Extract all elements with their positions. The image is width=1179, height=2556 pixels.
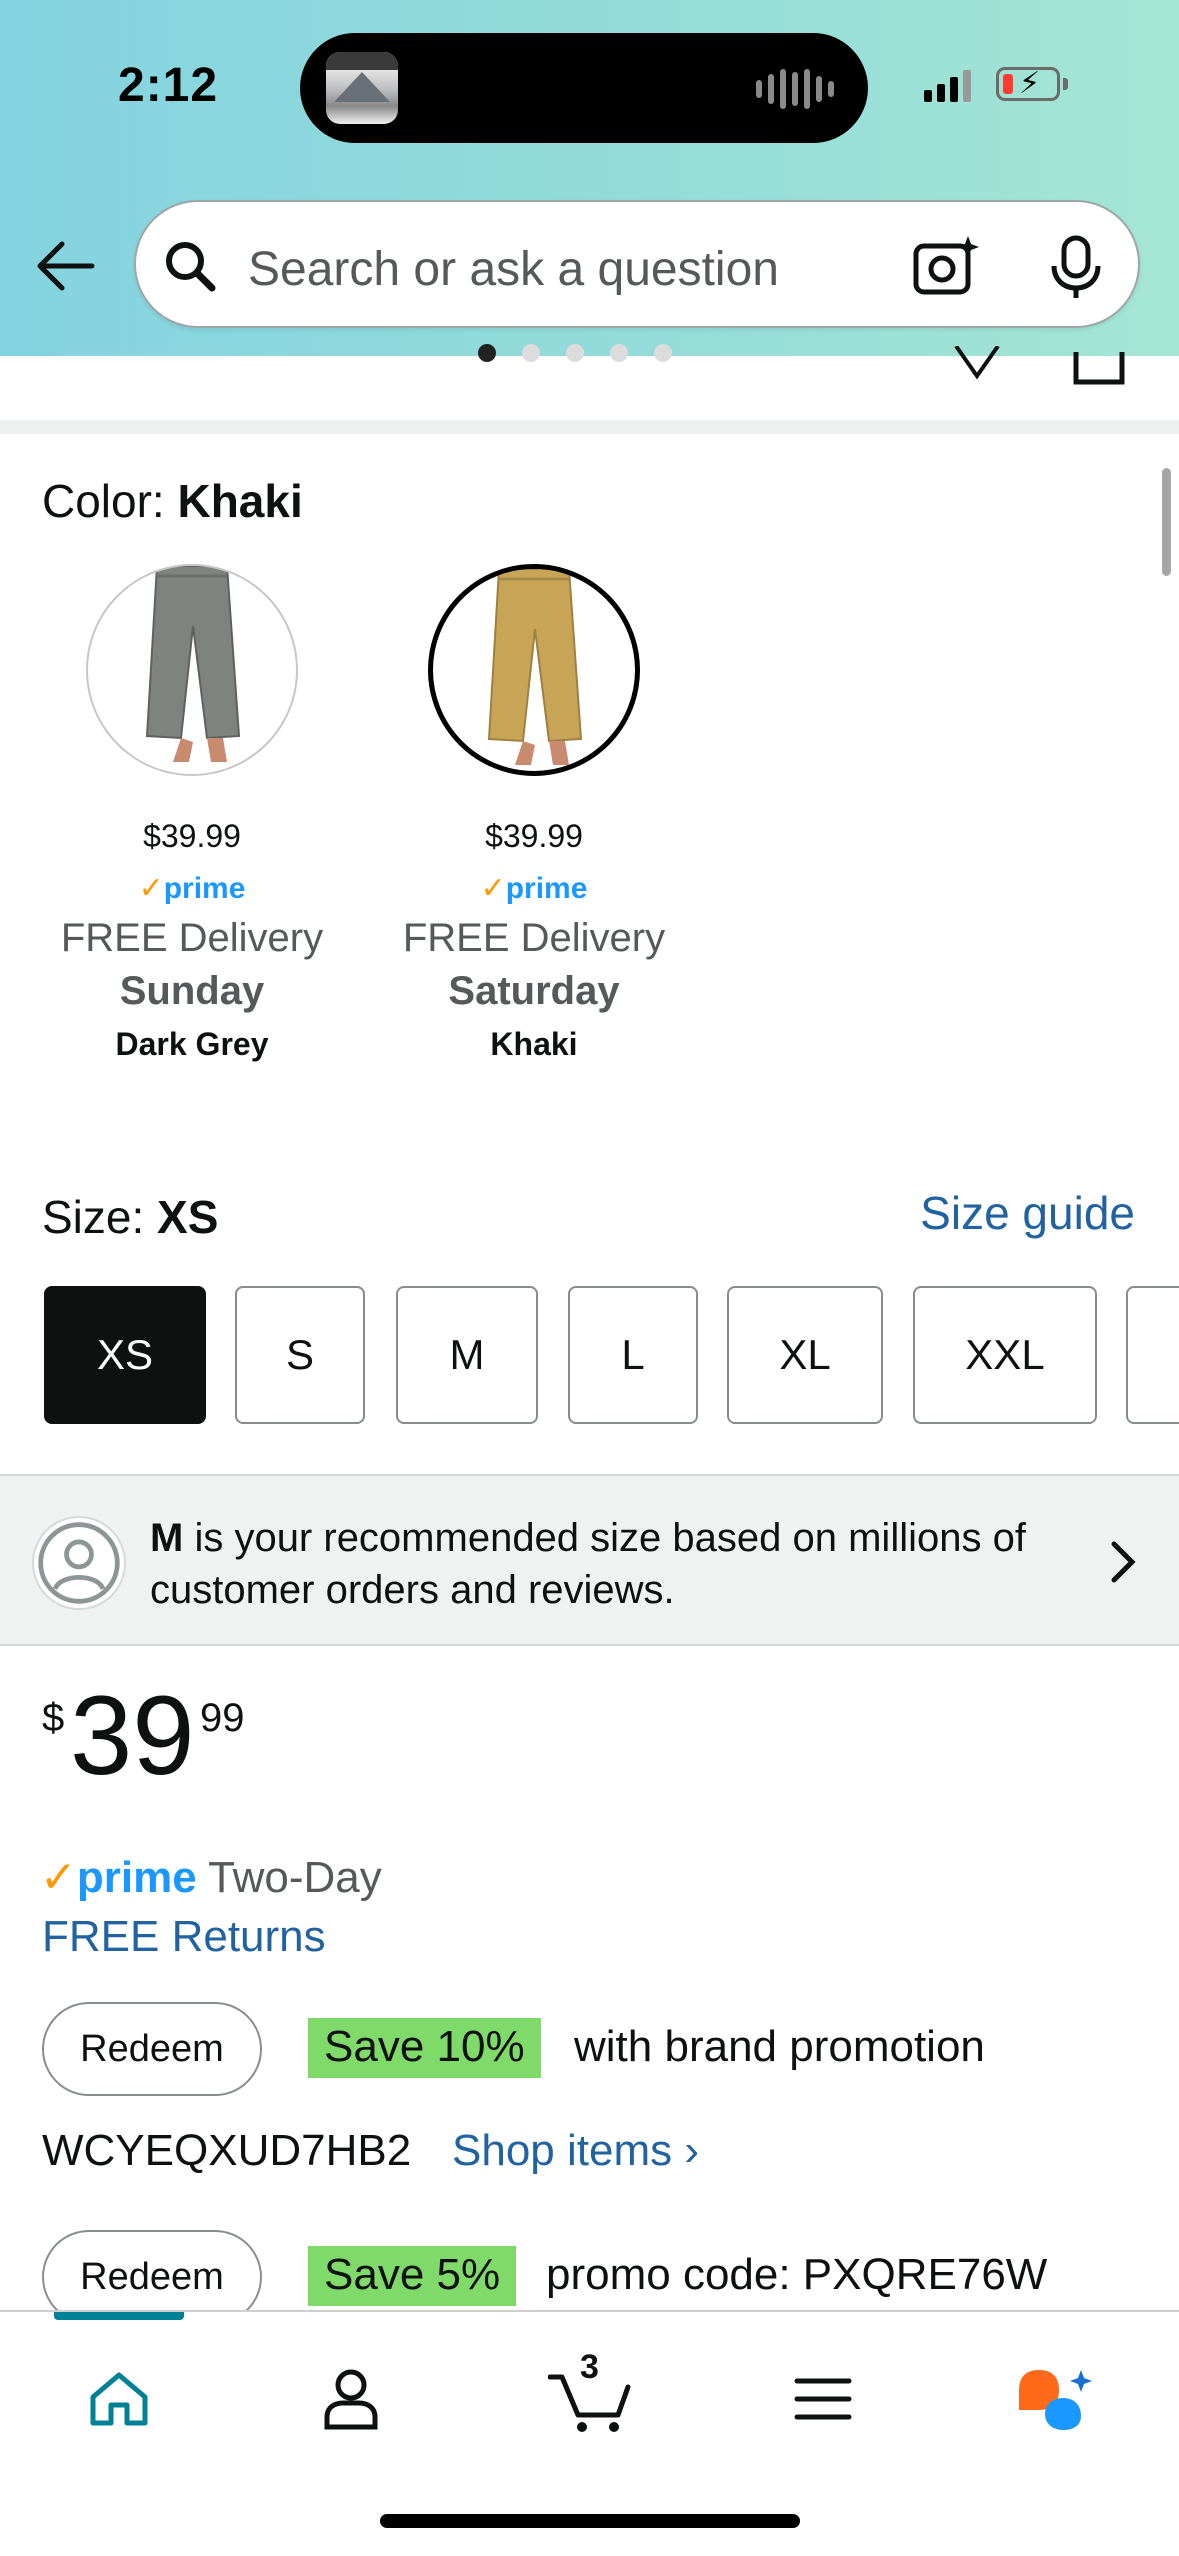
- size-option-xl[interactable]: XL: [727, 1286, 883, 1424]
- promotion-text: with brand promotion: [574, 2022, 985, 2071]
- battery-cap: [1063, 78, 1068, 90]
- share-icon[interactable]: [1070, 346, 1128, 386]
- save-badge: Save 10%: [308, 2018, 541, 2078]
- price-currency: $: [42, 1696, 65, 1740]
- recommendation-text: M is your recommended size based on mill…: [150, 1516, 1026, 1612]
- image-carousel-dots: [478, 344, 672, 362]
- color-option-khaki[interactable]: $39.99 ✓prime FREE Delivery Saturday Kha…: [384, 564, 684, 1063]
- option-price: $39.99: [485, 818, 583, 854]
- price-whole: 39: [70, 1673, 195, 1798]
- search-bar[interactable]: Search or ask a question: [134, 200, 1140, 328]
- promo-code: WCYEQXUD7HB2: [42, 2126, 412, 2175]
- delivery-text: FREE Delivery: [60, 916, 324, 960]
- selected-size: XS: [157, 1191, 219, 1243]
- home-indicator[interactable]: [380, 2514, 800, 2528]
- tab-rufus-assistant[interactable]: [1010, 2354, 1100, 2444]
- back-arrow-icon[interactable]: [36, 238, 96, 294]
- rufus-assistant-icon: [1019, 2370, 1092, 2430]
- tab-cart[interactable]: 3: [540, 2348, 640, 2444]
- hamburger-menu-icon: [794, 2378, 852, 2420]
- search-icon: [166, 242, 216, 292]
- active-tab-indicator: [54, 2312, 184, 2320]
- option-price: $39.99: [143, 818, 241, 854]
- redeem-button[interactable]: Redeem: [42, 2002, 262, 2096]
- size-option-xxl[interactable]: XXL: [913, 1286, 1097, 1424]
- size-selector-label: Size: XS: [42, 1191, 219, 1243]
- size-recommendation-banner[interactable]: M is your recommended size based on mill…: [0, 1474, 1179, 1646]
- size-option-xs[interactable]: XS: [44, 1286, 206, 1424]
- user-icon: [324, 2369, 378, 2430]
- selected-color: Khaki: [177, 475, 303, 527]
- size-option-more[interactable]: [1126, 1286, 1179, 1424]
- chevron-right-icon: [1111, 1541, 1136, 1583]
- prime-badge: ✓prime: [138, 872, 246, 905]
- delivery-day: Sunday: [119, 969, 265, 1013]
- now-playing-artwork: [326, 52, 398, 124]
- tab-menu[interactable]: [778, 2354, 868, 2444]
- price-fraction: 99: [200, 1696, 245, 1740]
- search-input[interactable]: Search or ask a question: [248, 242, 779, 297]
- battery-icon: ⚡: [996, 67, 1060, 101]
- delivery-text: FREE Delivery: [402, 916, 666, 960]
- prime-logo: prime: [76, 1853, 197, 1902]
- shop-items-link[interactable]: Shop items ›: [452, 2126, 699, 2176]
- app-header: 2:12 ⚡ Search or ask a question: [0, 0, 1179, 356]
- color-selector-label: Color: Khaki: [42, 475, 303, 527]
- scrollbar[interactable]: [1162, 468, 1171, 576]
- dynamic-island[interactable]: [300, 33, 868, 143]
- cart-count-badge: 3: [580, 2348, 599, 2386]
- save-badge: Save 5%: [308, 2246, 517, 2306]
- microphone-icon[interactable]: [1048, 234, 1104, 300]
- color-name: Dark Grey: [115, 1026, 269, 1062]
- size-option-s[interactable]: S: [235, 1286, 365, 1424]
- camera-search-icon[interactable]: [912, 232, 982, 298]
- audio-waveform-icon: [756, 69, 834, 109]
- section-divider: [0, 420, 1179, 434]
- status-time: 2:12: [118, 59, 219, 112]
- wishlist-heart-icon[interactable]: [952, 346, 1002, 382]
- color-option-dark-grey[interactable]: $39.99 ✓prime FREE Delivery Sunday Dark …: [42, 564, 342, 1063]
- color-swatch-image: [86, 564, 298, 776]
- promotion-text: promo code: PXQRE76W: [546, 2250, 1048, 2299]
- size-option-l[interactable]: L: [568, 1286, 698, 1424]
- size-guide-link[interactable]: Size guide: [920, 1186, 1135, 1240]
- tab-account[interactable]: [306, 2354, 396, 2444]
- prime-badge: ✓prime: [480, 872, 588, 905]
- delivery-day: Saturday: [448, 969, 620, 1013]
- free-returns-link[interactable]: FREE Returns: [42, 1912, 326, 1962]
- tab-home[interactable]: [74, 2354, 164, 2444]
- avatar: [32, 1516, 126, 1610]
- cellular-signal-icon: [924, 68, 971, 102]
- color-swatch-image: [428, 564, 640, 776]
- prime-shipping: ✓prime Two-Day: [40, 1853, 382, 1902]
- home-icon: [90, 2372, 148, 2426]
- color-name: Khaki: [490, 1026, 578, 1062]
- size-option-m[interactable]: M: [396, 1286, 538, 1424]
